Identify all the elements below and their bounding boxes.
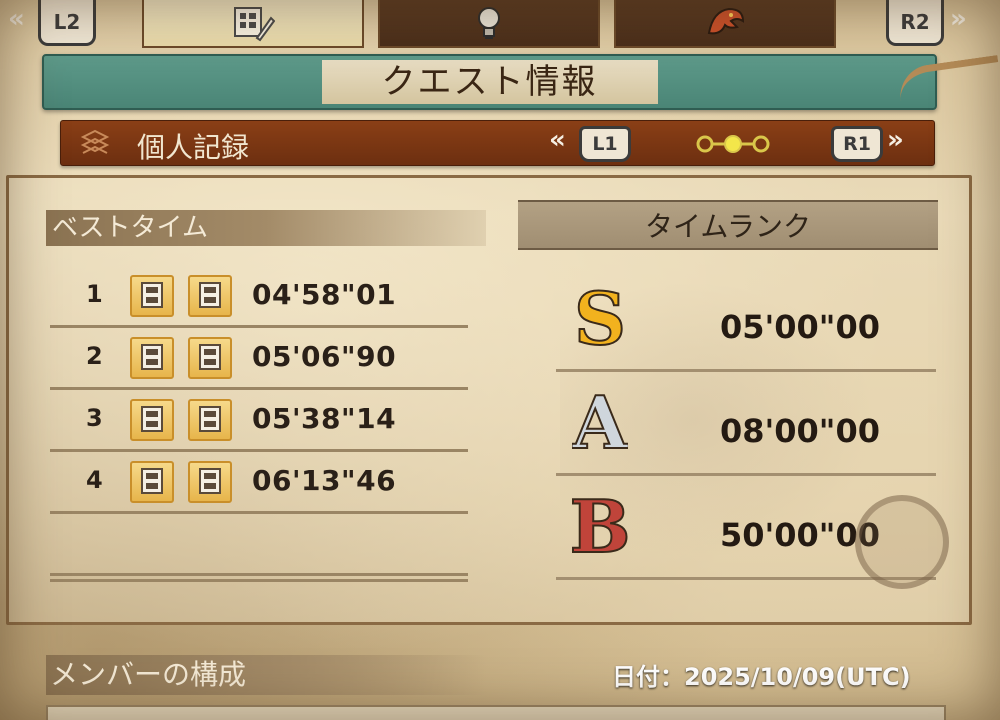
record-icon — [80, 129, 110, 154]
tab-hints[interactable] — [378, 0, 600, 48]
l1-button[interactable]: L1 — [579, 126, 631, 162]
best-time-row: 3 05'38"14 — [50, 390, 468, 452]
best-time-rank: 2 — [86, 342, 103, 370]
page-title: クエスト情報 — [321, 60, 658, 104]
best-time-row: 4 06'13"46 — [50, 452, 468, 514]
best-time-rank: 1 — [86, 280, 103, 308]
page-indicator — [696, 135, 770, 153]
r2-button[interactable]: R2 — [886, 0, 944, 46]
lightbulb-icon — [478, 7, 500, 39]
lance-icon — [130, 337, 174, 379]
top-tab-bar: « L2 R2 » — [0, 0, 1000, 50]
best-time-value: 05'38"14 — [252, 402, 397, 435]
best-time-row-empty — [50, 520, 468, 582]
sub-banner-label: 個人記録 — [137, 131, 250, 164]
quest-notes-icon — [234, 7, 275, 42]
best-time-value: 05'06"90 — [252, 340, 397, 373]
emblem-icon — [855, 495, 949, 589]
best-time-heading: ベストタイム — [46, 210, 486, 246]
svg-text:S: S — [574, 278, 626, 358]
record-date: 日付：2025/10/09(UTC) — [612, 663, 911, 691]
time-rank-row: S 05'00"00 — [556, 268, 936, 372]
svg-text:B: B — [572, 486, 628, 566]
sub-banner: 個人記録 « L1 R1 » — [60, 120, 935, 166]
member-composition-heading: メンバーの構成 — [46, 655, 486, 695]
best-time-value: 06'13"46 — [252, 464, 397, 497]
svg-text:A: A — [572, 382, 628, 462]
greatsword-icon — [188, 399, 232, 441]
best-time-row: 2 05'06"90 — [50, 328, 468, 390]
time-rank-value: 08'00"00 — [719, 412, 880, 450]
r1-button[interactable]: R1 — [831, 126, 883, 162]
tab-monster[interactable] — [614, 0, 836, 48]
lance-icon — [130, 461, 174, 503]
tab-prev-chevron-icon: « — [8, 4, 25, 34]
time-rank-row: A 08'00"00 — [556, 372, 936, 476]
title-banner: クエスト情報 — [42, 54, 937, 110]
greatsword-icon — [188, 337, 232, 379]
best-time-value: 04'58"01 — [252, 278, 397, 311]
best-time-row: 1 04'58"01 — [50, 266, 468, 328]
rank-b-badge: B — [569, 483, 632, 570]
lance-icon — [130, 275, 174, 317]
best-time-rank: 4 — [86, 466, 103, 494]
greatsword-icon — [188, 461, 232, 503]
time-rank-value: 05'00"00 — [719, 308, 880, 346]
rank-a-badge: A — [570, 379, 630, 466]
rank-s-badge: S — [572, 275, 628, 362]
time-rank-heading: タイムランク — [518, 200, 938, 250]
best-time-rank: 3 — [86, 404, 103, 432]
l2-button[interactable]: L2 — [38, 0, 96, 46]
lance-icon — [130, 399, 174, 441]
monster-icon — [707, 7, 745, 35]
tab-next-chevron-icon: » — [950, 4, 967, 34]
page-prev-chevron-icon: « — [549, 125, 566, 155]
member-list-area — [46, 705, 946, 720]
greatsword-icon — [188, 275, 232, 317]
tab-quest-info[interactable] — [142, 0, 364, 48]
time-rank-heading-label: タイムランク — [644, 210, 812, 243]
page-next-chevron-icon: » — [887, 125, 904, 155]
